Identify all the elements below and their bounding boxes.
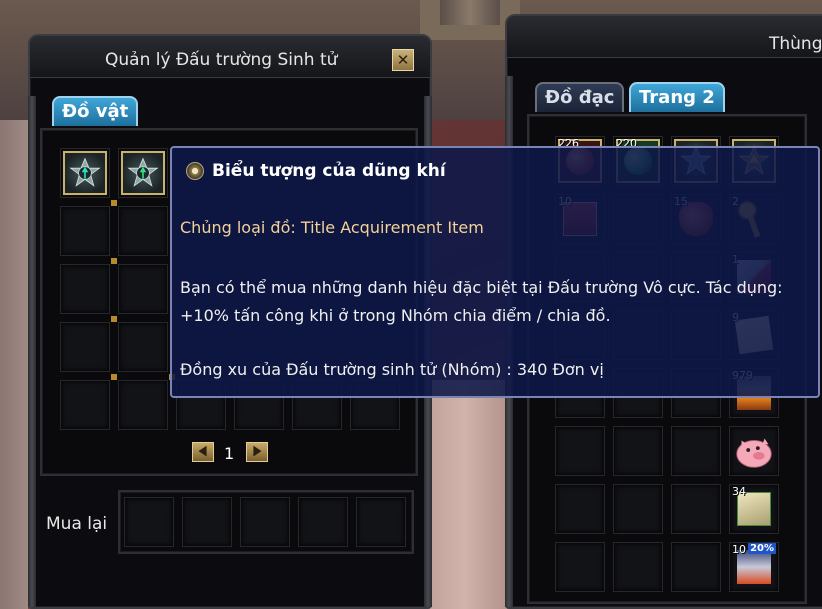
item-quantity: 10 bbox=[732, 543, 746, 556]
page-number: 1 bbox=[224, 444, 235, 463]
bonus-badge: 20% bbox=[748, 543, 776, 554]
buyback-slot[interactable] bbox=[124, 497, 174, 547]
item-quantity: 34 bbox=[732, 485, 746, 498]
medal-icon bbox=[186, 162, 204, 180]
page-prev-button[interactable] bbox=[192, 442, 214, 462]
close-button[interactable]: ✕ bbox=[392, 49, 414, 71]
inventory-slot[interactable] bbox=[671, 426, 721, 476]
inventory-slot[interactable] bbox=[729, 426, 779, 476]
grid-joint bbox=[111, 200, 117, 206]
buyback-grid bbox=[118, 490, 414, 554]
shop-slot[interactable] bbox=[118, 148, 168, 198]
tooltip-cost: Đồng xu của Đấu trường sinh tử (Nhóm) : … bbox=[180, 360, 604, 379]
grid-joint bbox=[111, 374, 117, 380]
tooltip-description: Bạn có thể mua những danh hiệu đặc biệt … bbox=[180, 278, 783, 325]
courage-emblem-icon bbox=[121, 151, 165, 195]
page-next-button[interactable] bbox=[246, 442, 268, 462]
shop-slot[interactable] bbox=[118, 322, 168, 372]
grid-joint bbox=[111, 316, 117, 322]
shop-slot[interactable] bbox=[118, 380, 168, 430]
inventory-slot[interactable]: 34 bbox=[729, 484, 779, 534]
shop-slot[interactable] bbox=[60, 322, 110, 372]
tab-items[interactable]: Đồ vật bbox=[52, 96, 139, 126]
inventory-slot[interactable] bbox=[555, 542, 605, 592]
buyback-label: Mua lại bbox=[46, 514, 108, 534]
inventory-slot[interactable] bbox=[613, 542, 663, 592]
grid-joint bbox=[111, 258, 117, 264]
arena-panel-title: Quản lý Đấu trường Sinh tử bbox=[105, 50, 338, 70]
pig-icon bbox=[736, 438, 772, 468]
buyback-slot[interactable] bbox=[240, 497, 290, 547]
inventory-slot[interactable] bbox=[671, 542, 721, 592]
inventory-panel-title: Thùng bbox=[769, 34, 822, 54]
buyback-slot[interactable] bbox=[182, 497, 232, 547]
inventory-slot[interactable] bbox=[671, 484, 721, 534]
buyback-slot[interactable] bbox=[356, 497, 406, 547]
shop-slot[interactable] bbox=[60, 206, 110, 256]
inventory-slot[interactable] bbox=[613, 426, 663, 476]
shop-slot[interactable] bbox=[118, 264, 168, 314]
tooltip-title: Biểu tượng của dũng khí bbox=[212, 161, 446, 181]
courage-emblem-icon bbox=[63, 151, 107, 195]
inventory-slot[interactable] bbox=[613, 484, 663, 534]
buyback-slot[interactable] bbox=[298, 497, 348, 547]
item-tooltip: Biểu tượng của dũng khí Chủng loại đồ: T… bbox=[170, 146, 820, 398]
shop-slot[interactable] bbox=[60, 148, 110, 198]
inventory-slot[interactable]: 10 20% bbox=[729, 542, 779, 592]
shop-slot[interactable] bbox=[60, 380, 110, 430]
inventory-slot[interactable] bbox=[555, 484, 605, 534]
tooltip-item-type: Chủng loại đồ: Title Acquirement Item bbox=[180, 218, 484, 237]
inventory-slot[interactable] bbox=[555, 426, 605, 476]
shop-slot[interactable] bbox=[60, 264, 110, 314]
tab-page-2[interactable]: Trang 2 bbox=[629, 82, 725, 112]
arena-panel-header[interactable]: Quản lý Đấu trường Sinh tử ✕ bbox=[30, 36, 430, 78]
shop-slot[interactable] bbox=[118, 206, 168, 256]
tab-equipment[interactable]: Đồ đạc bbox=[535, 82, 625, 112]
left-rail bbox=[28, 96, 36, 607]
inventory-panel-header[interactable]: Thùng bbox=[507, 16, 822, 58]
